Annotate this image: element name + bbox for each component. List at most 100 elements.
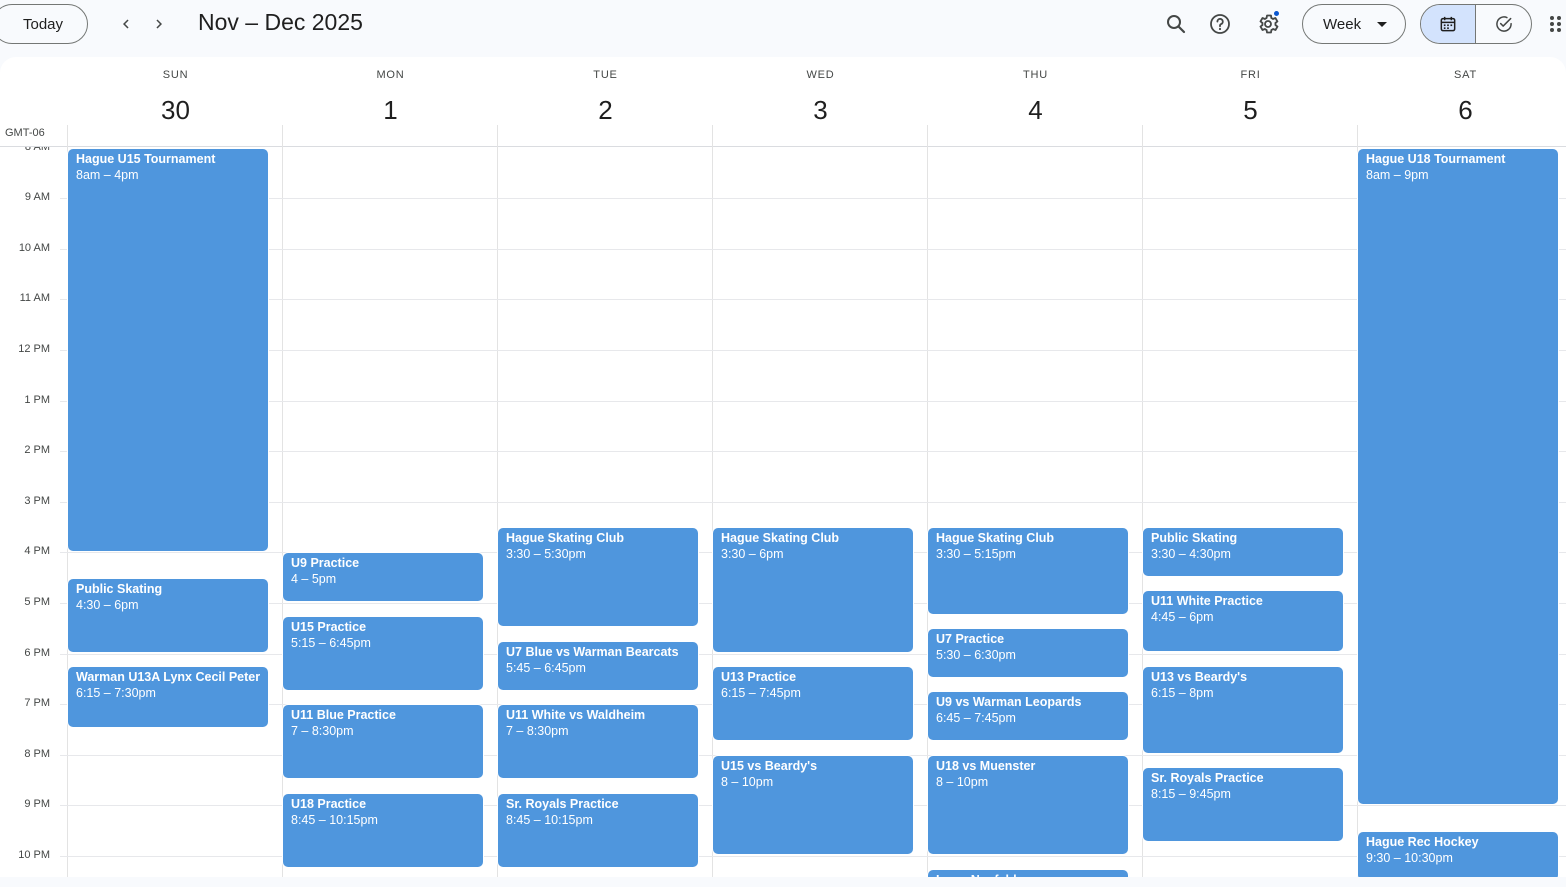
hour-label: 4 PM (24, 545, 50, 557)
apps-grid-icon[interactable] (1546, 10, 1566, 38)
calendar-event[interactable]: Hague U18 Tournament 8am – 9pm (1358, 149, 1558, 804)
hour-line (60, 198, 1566, 199)
view-selector[interactable]: Week (1302, 4, 1406, 44)
hour-label: 10 PM (18, 849, 50, 861)
calendar-event[interactable]: U18 Practice 8:45 – 10:15pm (283, 794, 483, 867)
event-title: Hague Skating Club (506, 531, 625, 545)
day-number[interactable]: 1 (283, 95, 498, 126)
day-number[interactable]: 6 (1358, 95, 1566, 126)
view-selector-label: Week (1323, 15, 1362, 33)
calendar-event[interactable]: Warman U13A Lynx Cecil Peters 6:15 – 7:30… (68, 667, 268, 727)
calendar-event[interactable]: U13 Practice 6:15 – 7:45pm (713, 667, 913, 740)
event-time: 6:45 – 7:45pm (936, 711, 1016, 725)
chevron-right-icon (156, 19, 162, 29)
time-grid[interactable]: 8 AM 9 AM 10 AM 11 AM 12 PM 1 PM 2 PM 3 PM 4 PM 5… (0, 147, 1566, 877)
day-of-week: FRI (1240, 69, 1261, 81)
calendar-event[interactable]: U18 vs Muenster 8 – 10pm (928, 756, 1128, 854)
event-title: U11 White vs Waldheim (506, 708, 646, 722)
calendar-event[interactable]: U11 White Practice 4:45 – 6pm (1143, 591, 1343, 651)
day-header-thu[interactable]: THU 4 (928, 57, 1143, 147)
help-button[interactable] (1200, 4, 1240, 44)
day-header-sun[interactable]: SUN 30 (68, 57, 283, 147)
calendar-event[interactable]: Hague Skating Club 3:30 – 6pm (713, 528, 913, 652)
day-number[interactable]: 30 (68, 95, 283, 126)
event-time: 4:30 – 6pm (76, 598, 139, 612)
previous-week-button[interactable] (110, 8, 142, 40)
event-time: 5:15 – 6:45pm (291, 636, 371, 650)
calendar-event[interactable]: Hague U15 Tournament 8am – 4pm (68, 149, 268, 551)
hour-label: 6 PM (24, 647, 50, 659)
event-time: 8am – 4pm (76, 168, 139, 182)
day-header-fri[interactable]: FRI 5 (1143, 57, 1358, 147)
calendar-event[interactable]: Public Skating 4:30 – 6pm (68, 579, 268, 652)
event-title: U18 Practice (291, 797, 367, 811)
event-title: U7 Practice (936, 632, 1005, 646)
hour-line (60, 350, 1566, 351)
event-time: 3:30 – 6pm (721, 547, 784, 561)
hour-line (60, 451, 1566, 452)
day-header-wed[interactable]: WED 3 (713, 57, 928, 147)
hour-label: 9 AM (24, 191, 50, 203)
day-of-week: THU (1022, 69, 1048, 81)
event-title: U7 Blue vs Warman Bearcats (506, 645, 679, 659)
event-title: U18 vs Muenster (936, 759, 1036, 773)
day-header-tue[interactable]: TUE 2 (498, 57, 713, 147)
event-title: Hague Skating Club (721, 531, 840, 545)
day-number[interactable]: 4 (928, 95, 1143, 126)
day-of-week: TUE (593, 69, 618, 81)
column-divider (1142, 125, 1143, 147)
hour-label: 12 PM (18, 343, 50, 355)
top-bar: Today Nov – Dec 2025 Week (0, 0, 1566, 48)
calendar-event[interactable]: U7 Practice 5:30 – 6:30pm (928, 629, 1128, 677)
column-divider (927, 125, 928, 147)
calendar-event[interactable]: Sr. Royals Practice 8:15 – 9:45pm (1143, 768, 1343, 841)
event-time: 7 – 8:30pm (291, 724, 354, 738)
event-time: 4 – 5pm (291, 572, 337, 586)
event-time: 8 – 10pm (936, 775, 989, 789)
calendar-event[interactable]: U7 Blue vs Warman Bearcats 5:45 – 6:45pm (498, 642, 698, 690)
today-button[interactable]: Today (0, 4, 88, 44)
day-header-mon[interactable]: MON 1 (283, 57, 498, 147)
calendar-event[interactable]: U9 vs Warman Leopards 6:45 – 7:45pm (928, 692, 1128, 740)
event-time: 9:30 – 10:30pm (1366, 851, 1453, 865)
day-of-week: MON (376, 69, 405, 81)
column-divider (282, 125, 283, 147)
tasks-view-button[interactable] (1476, 5, 1531, 43)
calendar-event[interactable]: Larry Neufeld (928, 870, 1128, 877)
day-number[interactable]: 2 (498, 95, 713, 126)
hour-label: 11 AM (19, 292, 50, 304)
day-header-sat[interactable]: SAT 6 (1358, 57, 1566, 147)
search-button[interactable] (1156, 4, 1196, 44)
next-week-button[interactable] (143, 8, 175, 40)
hour-label: 1 PM (24, 394, 50, 406)
event-title: Sr. Royals Practice (506, 797, 619, 811)
calendar-event[interactable]: Hague Skating Club 3:30 – 5:30pm (498, 528, 698, 626)
settings-button[interactable] (1248, 4, 1288, 44)
calendar-event[interactable]: U15 Practice 5:15 – 6:45pm (283, 617, 483, 690)
day-number[interactable]: 3 (713, 95, 928, 126)
calendar-event[interactable]: U15 vs Beardy's 8 – 10pm (713, 756, 913, 854)
calendar-event[interactable]: Hague Skating Club 3:30 – 5:15pm (928, 528, 1128, 614)
calendar-view-button[interactable] (1421, 5, 1477, 43)
calendar-event[interactable]: U9 Practice 4 – 5pm (283, 553, 483, 601)
calendar-event[interactable]: U11 White vs Waldheim 7 – 8:30pm (498, 705, 698, 778)
event-time: 5:30 – 6:30pm (936, 648, 1016, 662)
hour-label: 9 PM (24, 798, 50, 810)
calendar-event[interactable]: U13 vs Beardy's 6:15 – 8pm (1143, 667, 1343, 753)
event-time: 8:45 – 10:15pm (291, 813, 378, 827)
calendar-event[interactable]: Public Skating 3:30 – 4:30pm (1143, 528, 1343, 576)
view-toggle (1420, 4, 1532, 44)
hour-label: 2 PM (24, 444, 50, 456)
calendar-event[interactable]: Sr. Royals Practice 8:45 – 10:15pm (498, 794, 698, 867)
event-time: 3:30 – 5:15pm (936, 547, 1016, 561)
event-time: 4:45 – 6pm (1151, 610, 1214, 624)
calendar-event[interactable]: Hague Rec Hockey 9:30 – 10:30pm (1358, 832, 1558, 877)
event-title: Warman U13A Lynx Cecil Peters (76, 670, 260, 684)
week-view: SUN 30 MON 1 TUE 2 WED 3 THU 4 FRI 5 SAT… (0, 57, 1566, 877)
column-divider (712, 125, 713, 147)
event-title: Larry Neufeld (936, 873, 1120, 877)
chevron-left-icon (123, 19, 129, 29)
hour-label: 10 AM (18, 242, 50, 254)
day-number[interactable]: 5 (1143, 95, 1358, 126)
calendar-event[interactable]: U11 Blue Practice 7 – 8:30pm (283, 705, 483, 778)
